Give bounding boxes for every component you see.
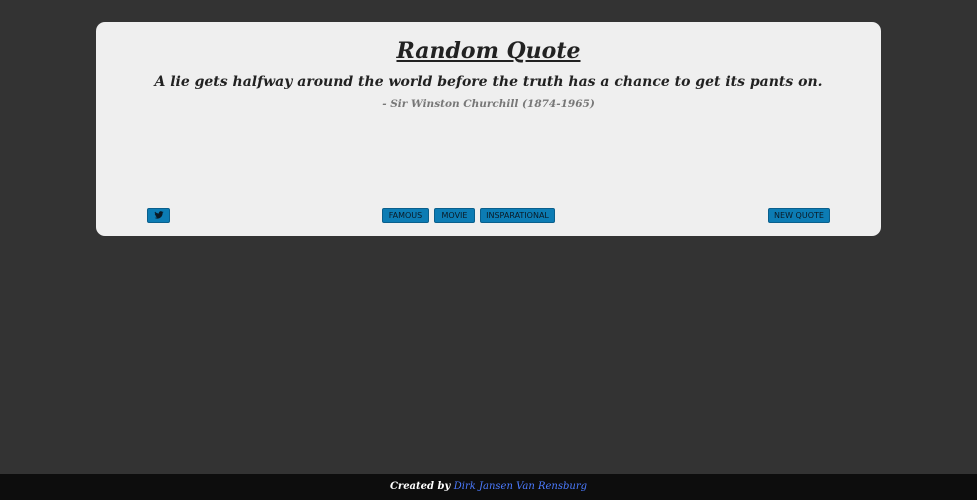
footer: Created by Dirk Jansen Van Rensburg — [0, 474, 977, 500]
author-link[interactable]: Dirk Jansen Van Rensburg — [454, 481, 587, 492]
quote-text: A lie gets halfway around the world befo… — [154, 74, 823, 90]
twitter-icon — [153, 210, 164, 219]
movie-button[interactable]: MOVIE — [434, 208, 475, 223]
quote-author: - Sir Winston Churchill (1874-1965) — [382, 98, 595, 110]
footer-prefix: Created by — [389, 481, 451, 492]
new-quote-button[interactable]: NEW QUOTE — [768, 208, 830, 223]
inspirational-button[interactable]: INSPARATIONAL — [480, 208, 555, 223]
tweet-button[interactable] — [147, 208, 170, 223]
quote-card: Random Quote A lie gets halfway around t… — [96, 22, 881, 236]
page: Random Quote A lie gets halfway around t… — [0, 0, 977, 500]
famous-button[interactable]: FAMOUS — [382, 208, 429, 223]
page-title: Random Quote — [396, 38, 581, 64]
